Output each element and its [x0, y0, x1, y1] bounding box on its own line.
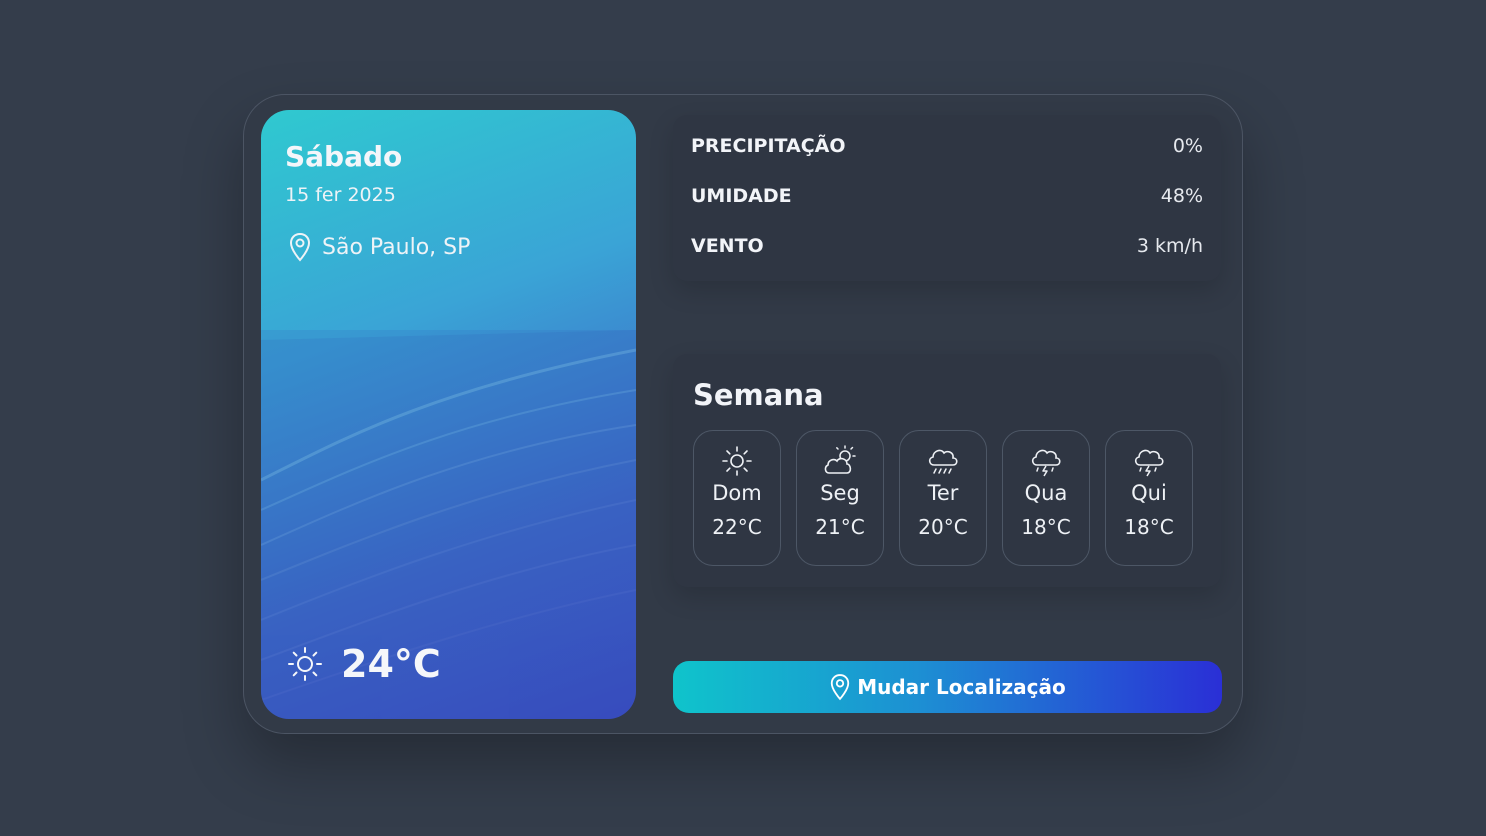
day-card-dom: Dom 22°C: [693, 430, 781, 566]
hero-panel: Sábado 15 fer 2025 São Paulo, SP 24°C: [261, 110, 636, 719]
map-pin-icon: [289, 232, 311, 262]
day-temperature: 20°C: [918, 515, 968, 539]
day-temperature: 18°C: [1124, 515, 1174, 539]
current-temperature: 24°C: [341, 642, 441, 686]
stat-label: UMIDADE: [691, 185, 792, 207]
stat-value: 48%: [1160, 185, 1203, 207]
current-date: 15 fer 2025: [285, 184, 396, 206]
location: São Paulo, SP: [288, 232, 470, 262]
map-pin-icon: [831, 674, 850, 701]
day-name: Qua: [1024, 481, 1068, 505]
day-card-ter: Ter 20°C: [899, 430, 987, 566]
day-name: Sábado: [285, 140, 403, 173]
stat-row-precipitation: PRECIPITAÇÃO 0%: [691, 135, 1203, 157]
stat-label: VENTO: [691, 235, 764, 257]
day-temperature: 18°C: [1021, 515, 1071, 539]
current-weather: 24°C: [287, 642, 441, 686]
thunderstorm-icon: [1031, 449, 1061, 477]
day-list: Dom 22°C Seg 21°C Ter 20°C Qua 18°C Qui …: [693, 430, 1193, 566]
change-location-button[interactable]: Mudar Localização: [673, 661, 1222, 713]
week-forecast-panel: Semana Dom 22°C Seg 21°C Ter 20°C Qua 18…: [673, 354, 1221, 587]
day-name: Dom: [712, 481, 762, 505]
partly-cloudy-icon: [824, 445, 856, 474]
stat-row-wind: VENTO 3 km/h: [691, 235, 1203, 257]
stat-label: PRECIPITAÇÃO: [691, 135, 846, 157]
stat-row-humidity: UMIDADE 48%: [691, 185, 1203, 207]
day-name: Qui: [1131, 481, 1167, 505]
day-card-qua: Qua 18°C: [1002, 430, 1090, 566]
day-card-qui: Qui 18°C: [1105, 430, 1193, 566]
day-card-seg: Seg 21°C: [796, 430, 884, 566]
day-name: Seg: [820, 481, 860, 505]
change-location-label: Mudar Localização: [857, 675, 1066, 699]
rain-icon: [928, 449, 958, 474]
weather-card: Sábado 15 fer 2025 São Paulo, SP 24°C PR…: [243, 94, 1243, 734]
stat-value: 0%: [1172, 135, 1203, 157]
sun-icon: [288, 647, 322, 681]
location-name: São Paulo, SP: [322, 234, 471, 260]
week-title: Semana: [693, 378, 824, 412]
sun-icon: [722, 446, 752, 476]
day-temperature: 21°C: [815, 515, 865, 539]
stats-panel: PRECIPITAÇÃO 0% UMIDADE 48% VENTO 3 km/h: [673, 115, 1221, 281]
day-temperature: 22°C: [712, 515, 762, 539]
day-name: Ter: [927, 481, 959, 505]
thunderstorm-icon: [1134, 449, 1164, 477]
stat-value: 3 km/h: [1136, 235, 1203, 257]
